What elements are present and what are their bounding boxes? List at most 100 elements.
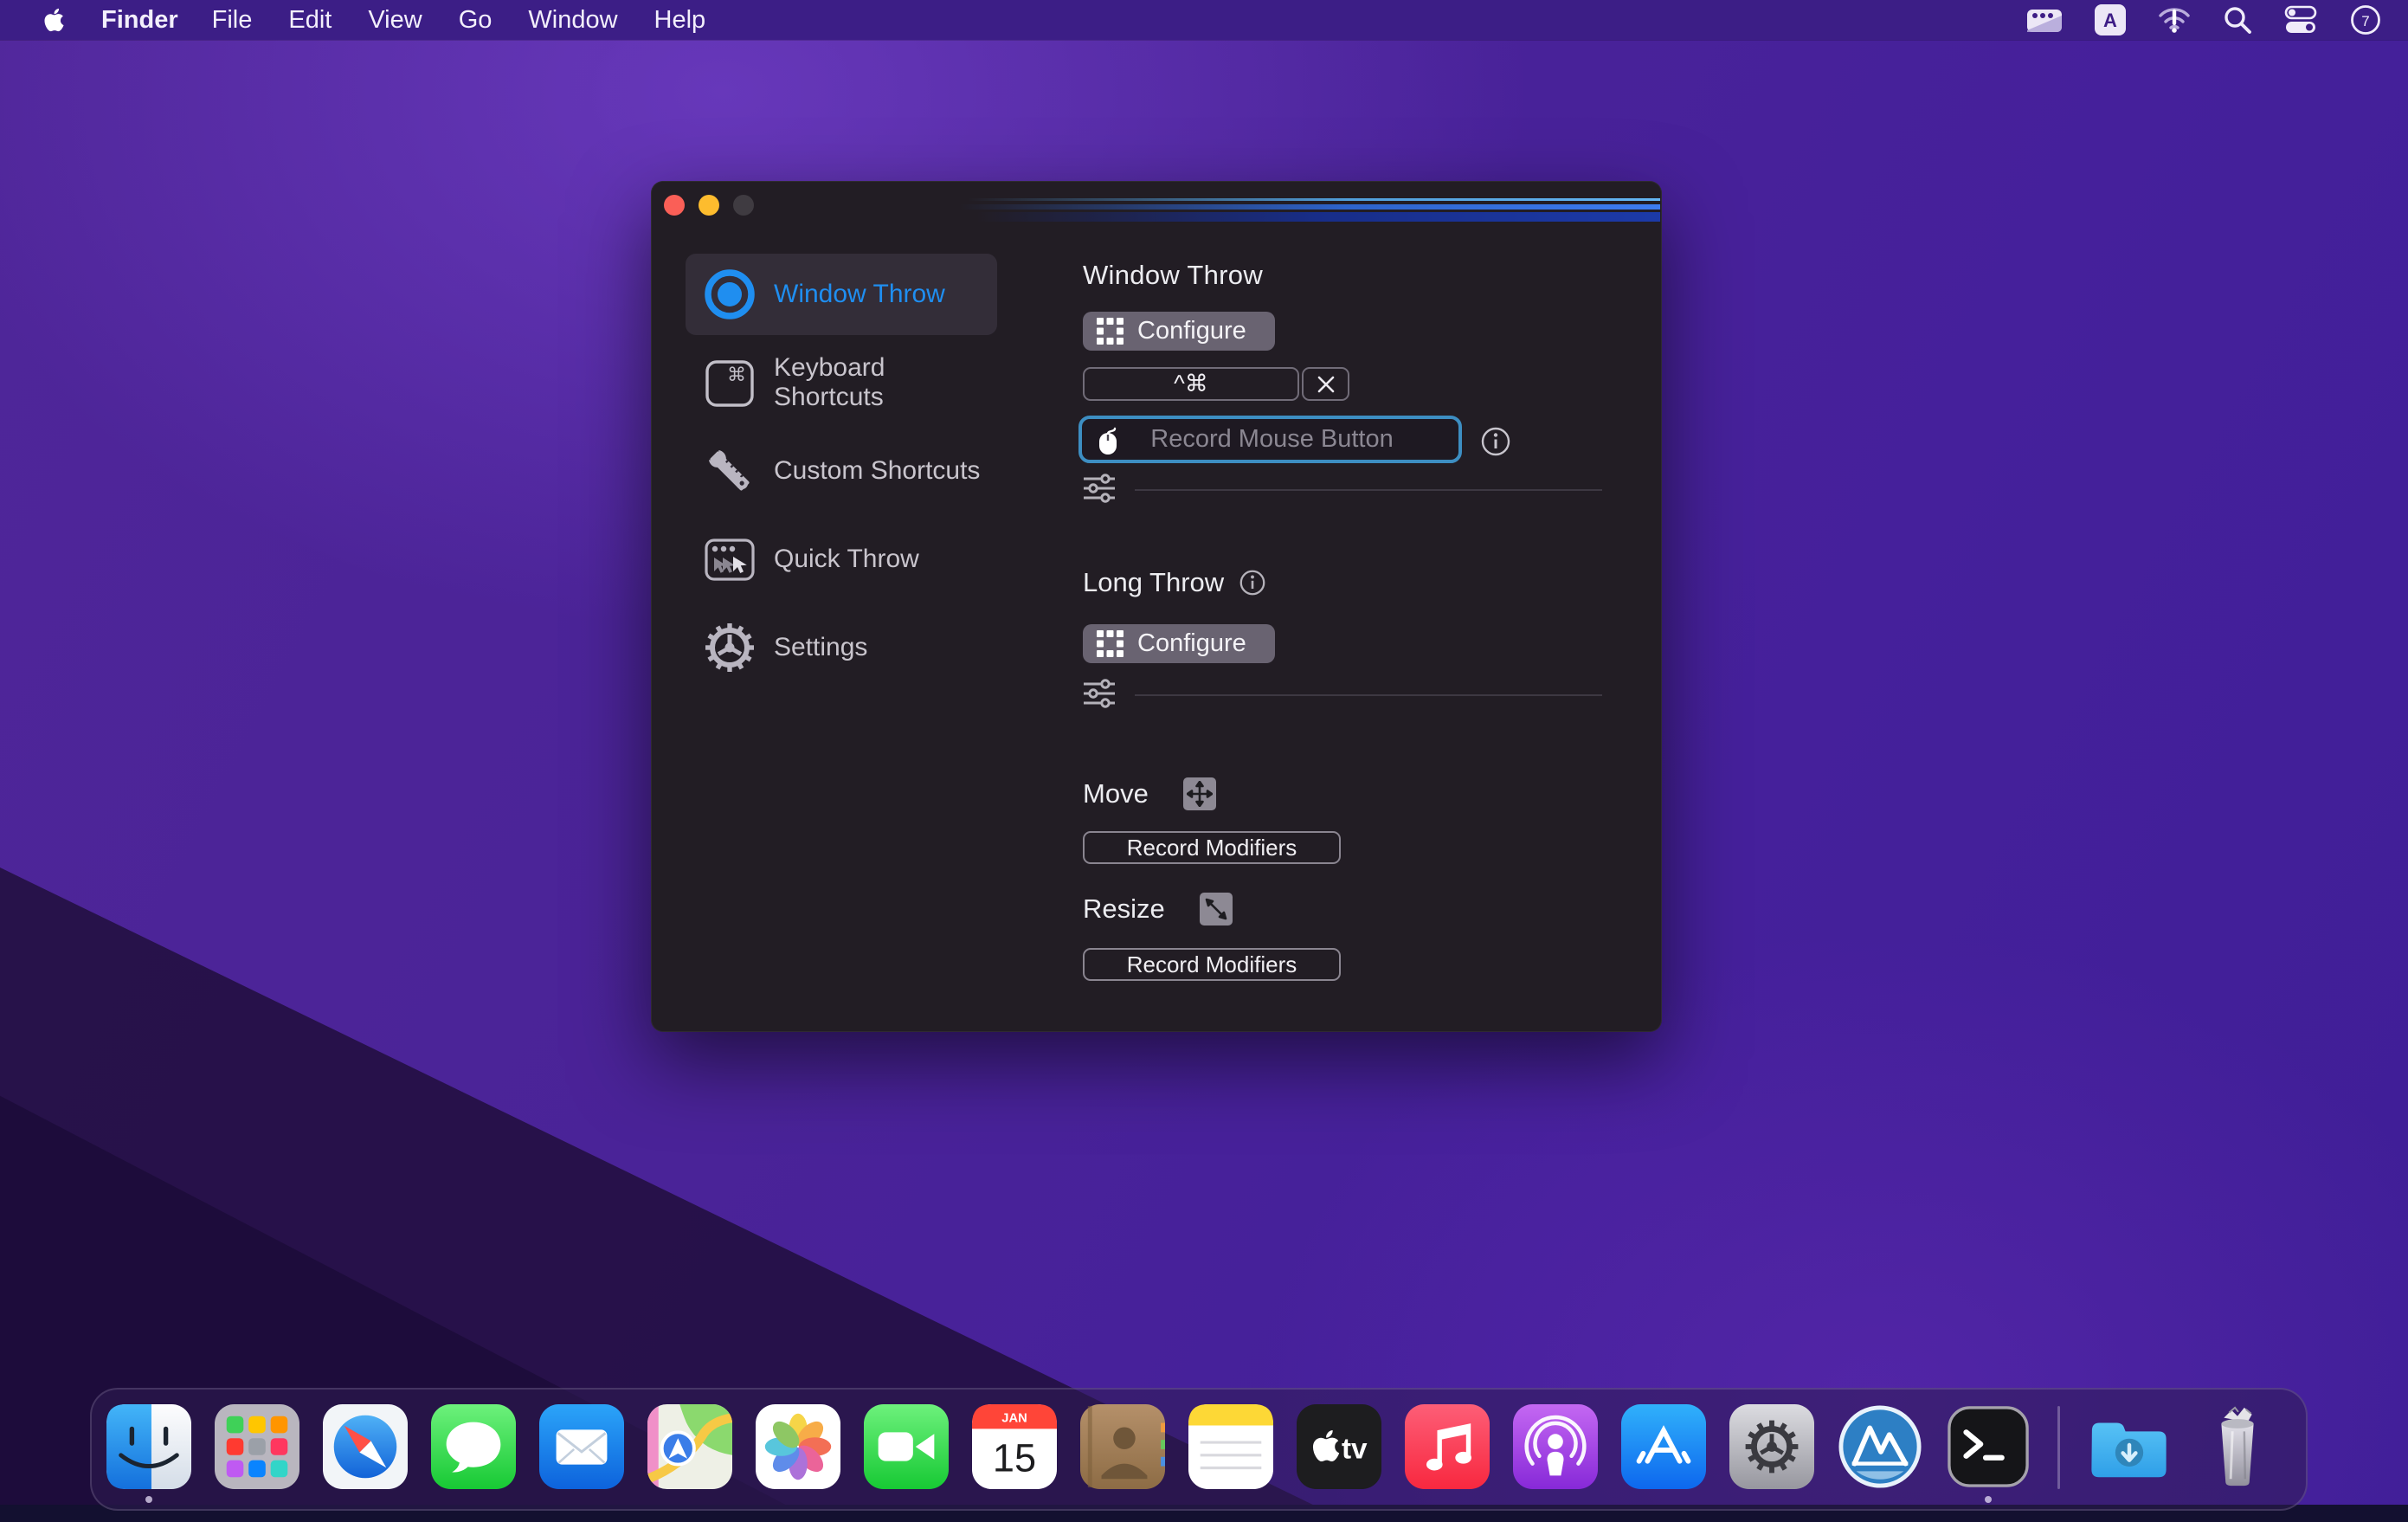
record-modifiers-label: Record Modifiers (1127, 835, 1297, 861)
long-throw-label: Long Throw (1083, 567, 1224, 598)
resize-row: Resize (1083, 892, 1233, 926)
svg-text:⌘: ⌘ (727, 364, 746, 386)
section-divider (1135, 489, 1602, 491)
clear-shortcut-button[interactable] (1302, 367, 1349, 401)
dock-icon-mail[interactable] (539, 1404, 624, 1489)
zoom-button[interactable] (733, 195, 754, 216)
menu-file[interactable]: File (194, 6, 271, 35)
sidebar-item-label: Settings (774, 633, 867, 662)
configure-label: Configure (1137, 629, 1246, 658)
record-mouse-button-field[interactable]: Record Mouse Button (1078, 416, 1462, 463)
sidebar-item-custom-shortcuts[interactable]: Custom Shortcuts (686, 430, 997, 512)
dock-icon-contacts[interactable] (1080, 1404, 1165, 1489)
record-mouse-placeholder: Record Mouse Button (1120, 425, 1424, 454)
sidebar-item-label: Keyboard Shortcuts (774, 353, 997, 412)
control-center-icon[interactable] (2283, 5, 2318, 35)
configure-label: Configure (1137, 317, 1246, 345)
dock-icon-facetime[interactable] (864, 1404, 949, 1489)
window-throw-shortcut-field[interactable]: ^⌘ (1083, 367, 1299, 401)
shortcut-value: ^⌘ (1174, 371, 1208, 397)
spotlight-search-icon[interactable] (2223, 5, 2252, 35)
dock: JAN 15 tv (90, 1388, 2308, 1511)
section-divider (1135, 694, 1602, 696)
dock-icon-systempreferences[interactable] (1729, 1404, 1814, 1489)
dock-icon-launchpad[interactable] (215, 1404, 299, 1489)
dock-icon-podcasts[interactable] (1513, 1404, 1598, 1489)
section-title-window-throw: Window Throw (1083, 260, 1263, 291)
close-button[interactable] (664, 195, 685, 216)
menu-items: FileEditViewGoWindowHelp (194, 6, 724, 35)
sliders-icon[interactable] (1083, 474, 1116, 507)
record-modifiers-label: Record Modifiers (1127, 951, 1297, 978)
filter-row-long-throw (1083, 680, 1602, 711)
minimize-button[interactable] (699, 195, 719, 216)
svg-text:A: A (2103, 10, 2117, 31)
dock-icon-finder[interactable] (106, 1404, 191, 1489)
configure-window-throw-button[interactable]: Configure (1083, 312, 1275, 351)
custom-shortcuts-icon (702, 443, 757, 499)
dock-icon-downloads[interactable] (2087, 1404, 2172, 1489)
dock-icon-messages[interactable] (431, 1404, 516, 1489)
menu-edit[interactable]: Edit (270, 6, 350, 35)
quick-throw-icon (702, 532, 757, 587)
filter-row-window-throw (1083, 474, 1602, 506)
apple-logo-icon (43, 7, 65, 33)
window-controls (664, 195, 754, 216)
dock-icon-appstore[interactable] (1621, 1404, 1706, 1489)
sidebar-item-settings[interactable]: Settings (686, 607, 997, 688)
dock-icon-appletv[interactable]: tv (1297, 1404, 1381, 1489)
dock-icon-calendar[interactable]: JAN 15 (972, 1404, 1057, 1489)
info-icon-long-throw[interactable] (1239, 570, 1265, 596)
dock-icon-notes[interactable] (1188, 1404, 1273, 1489)
menu-go[interactable]: Go (441, 6, 511, 35)
clock-icon[interactable]: 7 (2349, 3, 2382, 36)
dock-icon-maps[interactable] (647, 1404, 732, 1489)
move-row: Move (1083, 777, 1216, 811)
info-icon-record-mouse[interactable] (1481, 427, 1510, 456)
svg-text:15: 15 (993, 1435, 1036, 1480)
sidebar-item-label: Quick Throw (774, 545, 919, 574)
menu-active-app[interactable]: Finder (86, 6, 194, 35)
shortcut-row: ^⌘ (1083, 367, 1349, 401)
sidebar-item-keyboard-shortcuts[interactable]: ⌘ Keyboard Shortcuts (686, 342, 997, 423)
apple-menu[interactable] (31, 7, 77, 33)
sidebar-item-quick-throw[interactable]: Quick Throw (686, 519, 997, 600)
app-window: Window Throw ⌘ Keyboard Shortcuts Custom Sh… (651, 181, 1662, 1032)
keyboard-window-icon[interactable] (2025, 4, 2064, 35)
record-modifiers-resize-button[interactable]: Record Modifiers (1083, 948, 1341, 981)
dock-icon-safari[interactable] (323, 1404, 408, 1489)
settings-panel: Window Throw Configure ^⌘ Record Mouse B… (1083, 181, 1619, 1032)
input-source-icon[interactable]: A (2095, 4, 2126, 35)
x-clear-icon (1317, 376, 1335, 393)
record-modifiers-move-button[interactable]: Record Modifiers (1083, 831, 1341, 864)
move-label: Move (1083, 778, 1149, 809)
window-throw-icon (702, 267, 757, 322)
svg-text:tv: tv (1342, 1434, 1368, 1466)
section-title-long-throw: Long Throw (1083, 567, 1265, 598)
svg-text:7: 7 (2361, 13, 2369, 29)
dock-icon-trash[interactable] (2195, 1404, 2280, 1489)
sidebar-item-label: Window Throw (774, 280, 945, 309)
dock-icon-mosaic[interactable] (1838, 1404, 1922, 1489)
menu-status-icons: A7 (2025, 3, 2408, 36)
svg-text:JAN: JAN (1001, 1412, 1027, 1426)
resize-label: Resize (1083, 893, 1165, 925)
dock-icon-music[interactable] (1405, 1404, 1490, 1489)
move-icon (1183, 777, 1216, 810)
settings-icon (702, 620, 757, 675)
sidebar-item-window-throw[interactable]: Window Throw (686, 254, 997, 335)
dock-divider (2057, 1406, 2060, 1489)
grid-icon (1097, 318, 1124, 345)
configure-long-throw-button[interactable]: Configure (1083, 624, 1275, 663)
sidebar: Window Throw ⌘ Keyboard Shortcuts Custom Sh… (686, 254, 997, 688)
sidebar-item-label: Custom Shortcuts (774, 456, 980, 486)
keyboard-shortcuts-icon: ⌘ (702, 355, 757, 410)
menu-view[interactable]: View (350, 6, 440, 35)
mouse-icon (1096, 424, 1120, 455)
menu-help[interactable]: Help (636, 6, 724, 35)
sliders-icon[interactable] (1083, 679, 1116, 713)
dock-icon-photos[interactable] (756, 1404, 840, 1489)
wifi-alert-icon[interactable] (2157, 4, 2192, 35)
dock-icon-terminal[interactable] (1946, 1404, 2031, 1489)
menu-window[interactable]: Window (510, 6, 635, 35)
